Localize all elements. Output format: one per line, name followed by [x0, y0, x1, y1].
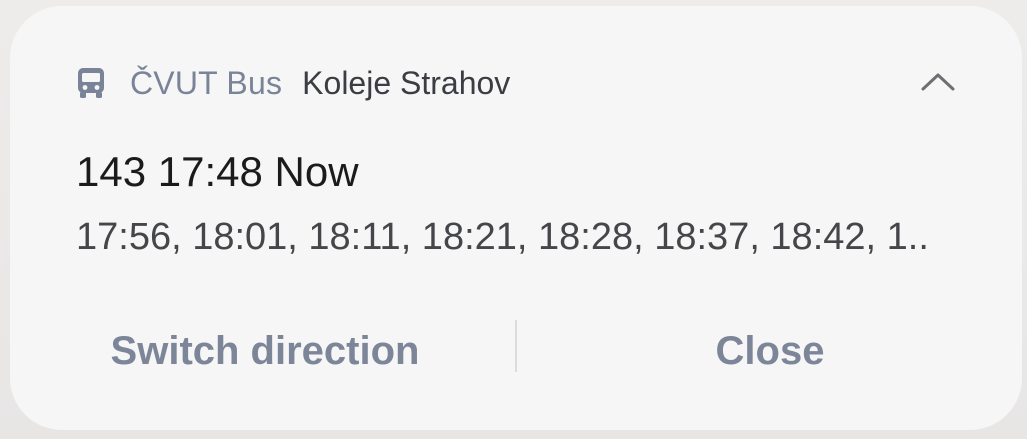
notification-title: 143 17:48 Now [76, 148, 359, 195]
notification-header: ČVUT Bus Koleje Strahov [76, 58, 510, 108]
notification-card[interactable]: ČVUT Bus Koleje Strahov 143 17:48 Now 17… [10, 6, 1022, 430]
app-name: ČVUT Bus [130, 64, 283, 101]
chevron-up-icon [921, 72, 955, 97]
collapse-button[interactable] [915, 61, 961, 107]
action-divider [515, 320, 517, 372]
notification-body: 17:56, 18:01, 18:11, 18:21, 18:28, 18:37… [76, 216, 929, 258]
notification-actions: Switch direction Close [10, 306, 1022, 396]
close-button[interactable]: Close [570, 306, 970, 396]
bus-icon [76, 66, 106, 100]
notification-subtitle: Koleje Strahov [302, 64, 511, 101]
switch-direction-button[interactable]: Switch direction [70, 306, 460, 396]
